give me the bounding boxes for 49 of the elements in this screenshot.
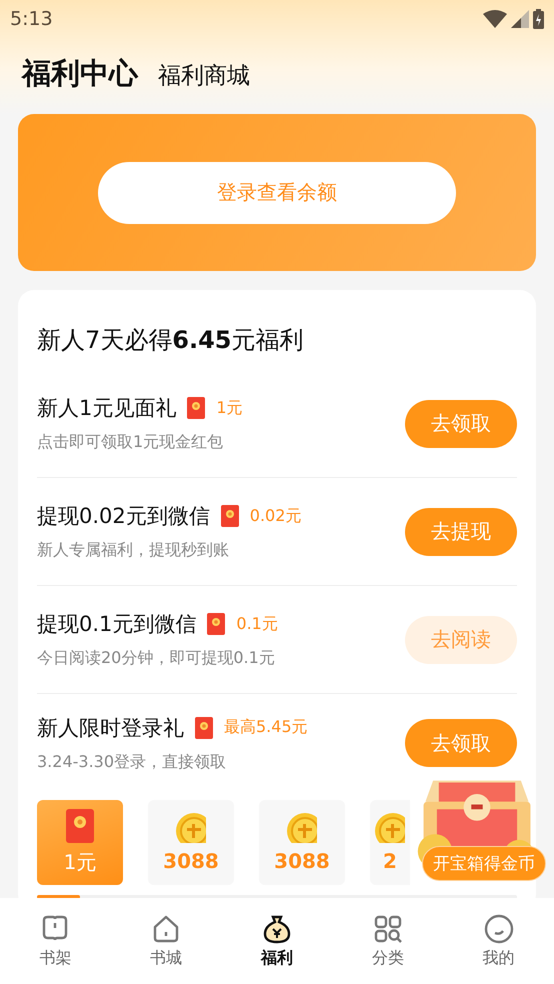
reward-amount: 2 [383, 848, 397, 872]
reward-tile[interactable]: 1元 [37, 800, 123, 885]
coin-icon [375, 812, 405, 842]
coin-icon [287, 812, 317, 842]
login-button[interactable]: 登录查看余额 [98, 162, 456, 224]
task-subtitle: 3.24-3.30登录，直接领取 [37, 752, 228, 772]
task-subtitle: 点击即可领取1元现金红包 [37, 432, 224, 453]
treasure-badge[interactable]: 开宝箱得金币 [422, 846, 546, 881]
nav-tab[interactable]: 分类 [348, 912, 428, 970]
battery-icon [533, 9, 544, 29]
envelope-icon [206, 613, 226, 635]
wifi-icon [483, 10, 507, 28]
reward-amount: 3088 [274, 848, 330, 872]
reward-amount: 0.02元 [250, 506, 302, 526]
task-button[interactable]: 去阅读 [405, 616, 517, 664]
task-title: 新人限时登录礼 [37, 714, 184, 742]
reward-amount: 最高5.45元 [224, 717, 308, 738]
coin-icon [176, 812, 206, 842]
envelope-icon [220, 505, 240, 527]
header-tab[interactable]: 福利商城 [158, 60, 250, 91]
reward-amount: 1元 [216, 398, 243, 418]
reward-amount: 3088 [163, 848, 219, 872]
money-bag-icon [262, 914, 292, 944]
reward-tile[interactable]: 3088 [259, 800, 345, 885]
status-time: 5:13 [10, 8, 53, 30]
nav-tab[interactable]: 我的 [458, 912, 539, 970]
smile-icon [484, 914, 514, 944]
nav-tab[interactable]: 书城 [126, 912, 206, 970]
task-title: 提现0.02元到微信 [37, 503, 210, 530]
reward-amount: 0.1元 [236, 614, 278, 634]
task-title: 新人1元见面礼 [37, 395, 176, 422]
task-subtitle: 新人专属福利，提现秒到账 [37, 540, 230, 561]
nav-tab[interactable]: 书架 [15, 912, 96, 970]
task-button[interactable]: 去提现 [405, 508, 517, 556]
header-tab[interactable]: 福利中心 [22, 54, 138, 94]
task-button[interactable]: 去领取 [405, 719, 517, 767]
signal-icon [511, 10, 529, 28]
reward-amount: 1元 [64, 849, 96, 876]
card-title: 新人7天必得6.45元福利 [37, 325, 304, 356]
envelope-icon [186, 397, 206, 419]
envelope-icon [66, 809, 94, 843]
reward-tile[interactable]: 3088 [148, 800, 234, 885]
envelope-icon [194, 716, 214, 738]
task-title: 提现0.1元到微信 [37, 611, 196, 638]
nav-tab[interactable]: 福利 [236, 912, 317, 970]
grid-icon [372, 914, 403, 944]
reward-tile[interactable]: 2 [370, 800, 410, 885]
task-button[interactable]: 去领取 [405, 400, 517, 448]
task-subtitle: 今日阅读20分钟，即可提现0.1元 [37, 648, 276, 669]
